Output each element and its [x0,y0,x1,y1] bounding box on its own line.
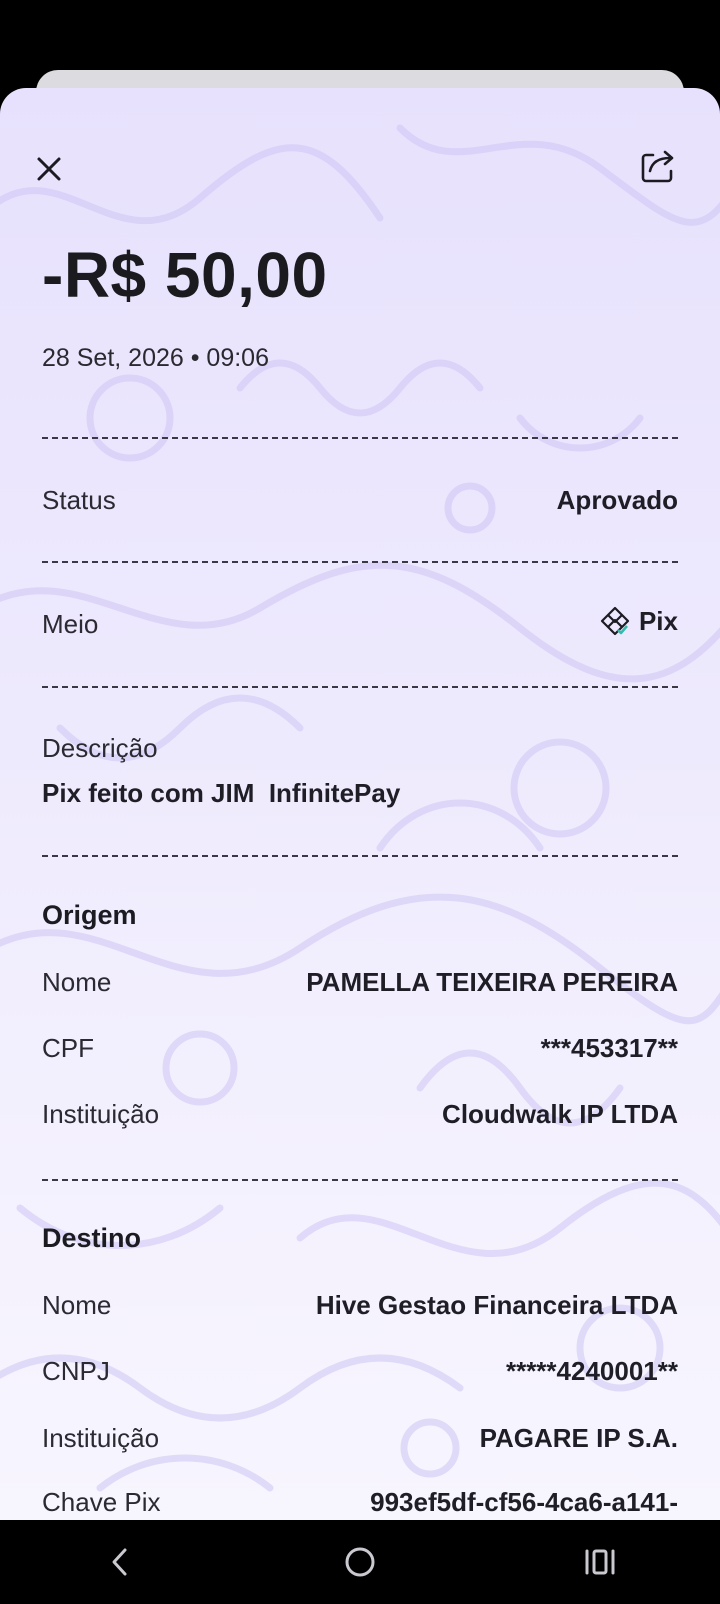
origem-nome-label: Nome [42,967,112,997]
destino-cnpj-value: *****4240001** [505,1356,678,1386]
status-value: Aprovado [556,485,678,515]
destino-nome-label: Nome [42,1290,112,1320]
transaction-receipt-sheet: -R$ 50,00 28 Set, 2026 • 09:06 Status Ap… [0,88,720,1520]
recents-icon [585,1549,615,1575]
share-button[interactable] [636,144,680,188]
divider [42,1179,678,1181]
recents-button[interactable] [560,1532,640,1592]
destino-instituicao-label: Instituição [42,1423,160,1453]
transaction-datetime: 28 Set, 2026 • 09:06 [42,344,269,372]
origem-instituicao-label: Instituição [42,1099,160,1129]
back-icon [112,1548,127,1576]
system-navigation-bar [0,1520,720,1604]
transaction-amount: -R$ 50,00 [42,239,328,311]
divider [42,437,678,439]
pix-icon [600,606,630,636]
origem-title: Origem [42,900,137,930]
origem-nome-value: PAMELLA TEIXEIRA PEREIRA [306,967,678,997]
descricao-label: Descrição [42,733,158,763]
destino-chave-pix-label: Chave Pix [42,1487,161,1517]
destino-cnpj-label: CNPJ [42,1356,110,1386]
home-icon [345,1547,375,1577]
meio-value: Pix [599,605,678,637]
status-bar [0,0,720,70]
back-button[interactable] [80,1532,160,1592]
origem-instituicao-value: Cloudwalk IP LTDA [442,1099,678,1129]
close-button[interactable] [28,148,70,190]
divider [42,561,678,563]
destino-chave-pix-value: 993ef5df-cf56-4ca6-a141- [370,1487,678,1517]
destino-nome-value: Hive Gestao Financeira LTDA [315,1290,678,1320]
origem-cpf-label: CPF [42,1033,94,1063]
meio-value-text: Pix [638,605,678,636]
share-icon [641,150,674,183]
origem-cpf-value: ***453317** [540,1033,678,1063]
divider [42,855,678,857]
close-icon [37,157,61,181]
destino-instituicao-value: PAGARE IP S.A. [479,1423,678,1453]
destino-title: Destino [42,1223,142,1253]
divider [42,686,678,688]
descricao-value: Pix feito com JIM InfinitePay [42,778,401,808]
meio-label: Meio [42,609,99,639]
home-button[interactable] [320,1532,400,1592]
status-label: Status [42,485,116,515]
